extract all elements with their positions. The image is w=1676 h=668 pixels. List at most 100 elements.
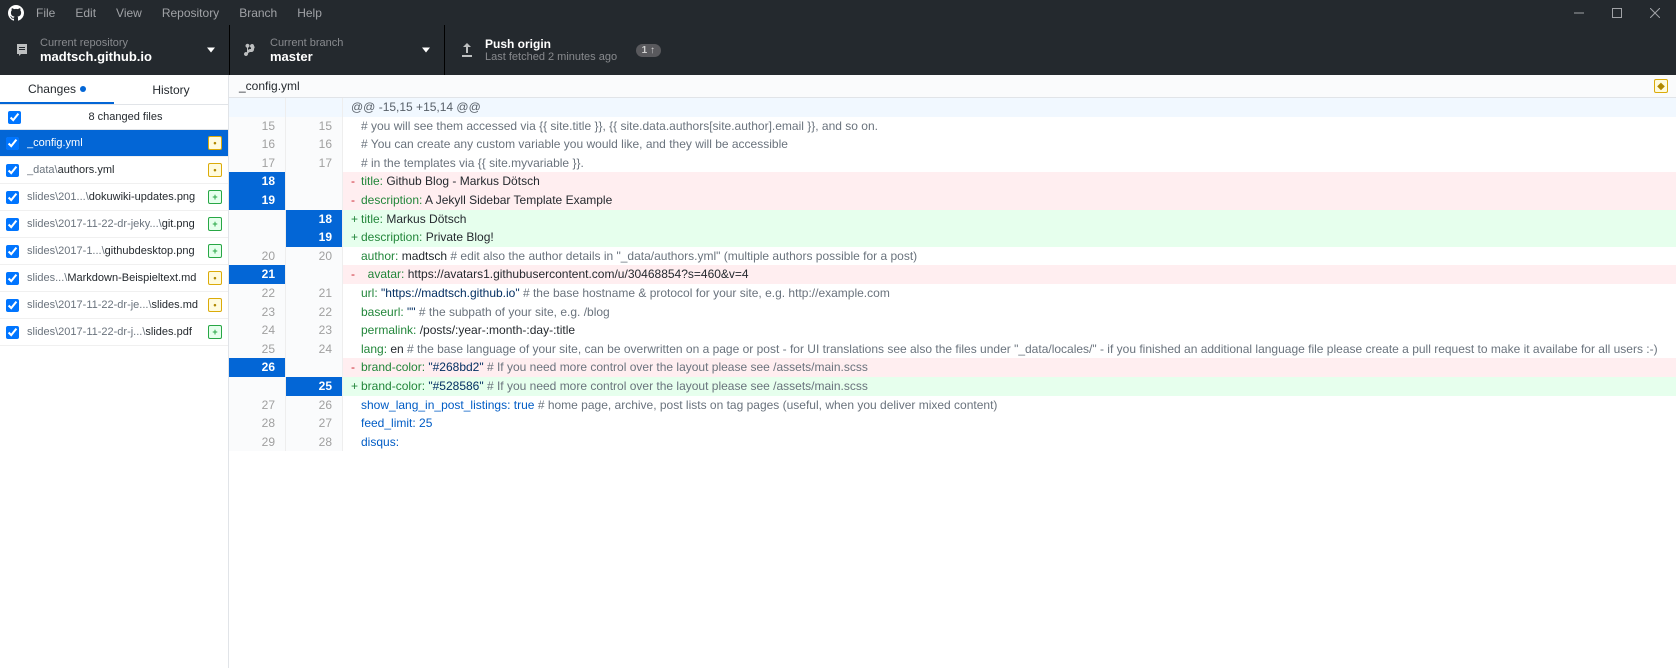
file-status-badge: •	[208, 136, 222, 150]
line-number-new	[286, 191, 343, 210]
line-number-old: 17	[229, 154, 286, 173]
diff-line: 2423 permalink: /posts/:year-:month-:day…	[229, 321, 1676, 340]
chevron-down-icon	[207, 48, 215, 53]
file-row[interactable]: _config.yml •	[0, 130, 228, 157]
repo-label: Current repository	[40, 37, 152, 49]
menu-branch[interactable]: Branch	[239, 6, 277, 20]
line-number-old: 27	[229, 396, 286, 415]
diff-code: disqus:	[343, 433, 1676, 452]
line-number-old	[229, 377, 286, 396]
line-number-new: 28	[286, 433, 343, 452]
diff-code: permalink: /posts/:year-:month-:day-:tit…	[343, 321, 1676, 340]
line-number-new: 18	[286, 210, 343, 229]
diff-code: author: madtsch # edit also the author d…	[343, 247, 1676, 266]
push-icon	[459, 42, 475, 58]
line-number-old: 15	[229, 117, 286, 136]
line-number-old: 26	[229, 358, 286, 377]
file-row[interactable]: slides...\Markdown-Beispieltext.md•	[0, 265, 228, 292]
menu-help[interactable]: Help	[297, 6, 322, 20]
file-status-badge: •	[208, 163, 222, 177]
changes-summary: 8 changed files	[0, 105, 228, 130]
menu-edit[interactable]: Edit	[75, 6, 96, 20]
file-row[interactable]: slides\2017-11-22-dr-j...\slides.pdf+	[0, 319, 228, 346]
branch-name: master	[270, 49, 343, 64]
line-number-old: 28	[229, 414, 286, 433]
diff-view[interactable]: @@ -15,15 +15,14 @@1515 # you will see t…	[229, 98, 1676, 668]
diff-line: 2020 author: madtsch # edit also the aut…	[229, 247, 1676, 266]
line-number-old: 19	[229, 191, 286, 210]
line-number-new: 23	[286, 321, 343, 340]
file-status-badge: •	[208, 271, 222, 285]
file-name: slides\2017-11-22-dr-je...\slides.md	[27, 299, 204, 311]
file-checkbox[interactable]	[6, 218, 19, 231]
file-row[interactable]: _data\authors.yml •	[0, 157, 228, 184]
line-number-new: 26	[286, 396, 343, 415]
tab-changes[interactable]: Changes	[0, 75, 114, 104]
push-origin-button[interactable]: Push origin Last fetched 2 minutes ago 1…	[445, 25, 675, 75]
file-name: _config.yml	[27, 137, 204, 149]
maximize-icon[interactable]	[1612, 8, 1622, 18]
file-name: slides\201...\dokuwiki-updates.png	[27, 191, 204, 203]
file-checkbox[interactable]	[6, 164, 19, 177]
file-name: _data\authors.yml	[27, 164, 204, 176]
file-status-badge: •	[208, 298, 222, 312]
diff-code: baseurl: "" # the subpath of your site, …	[343, 303, 1676, 322]
line-number-old: 22	[229, 284, 286, 303]
file-checkbox[interactable]	[6, 299, 19, 312]
diff-code: # you will see them accessed via {{ site…	[343, 117, 1676, 136]
file-row[interactable]: slides\2017-11-22-dr-jeky...\git.png+	[0, 211, 228, 238]
diff-line: 2524 lang: en # the base language of you…	[229, 340, 1676, 359]
menu-repository[interactable]: Repository	[162, 6, 219, 20]
diff-line: @@ -15,15 +15,14 @@	[229, 98, 1676, 117]
menu-view[interactable]: View	[116, 6, 142, 20]
minimize-icon[interactable]	[1574, 8, 1584, 18]
diff-code: -title: Github Blog - Markus Dötsch	[343, 172, 1676, 191]
file-header-name: _config.yml	[239, 79, 300, 93]
diff-settings-icon[interactable]: ◆	[1654, 79, 1668, 93]
file-checkbox[interactable]	[6, 272, 19, 285]
line-number-new: 24	[286, 340, 343, 359]
select-all-checkbox[interactable]	[8, 111, 21, 124]
diff-code: - avatar: https://avatars1.githubusercon…	[343, 265, 1676, 284]
line-number-new	[286, 172, 343, 191]
file-row[interactable]: slides\2017-1...\githubdesktop.png+	[0, 238, 228, 265]
sidebar: Changes History 8 changed files _config.…	[0, 75, 229, 668]
diff-panel: _config.yml ◆ @@ -15,15 +15,14 @@1515 # …	[229, 75, 1676, 668]
line-number-old	[229, 228, 286, 247]
diff-code: # in the templates via {{ site.myvariabl…	[343, 154, 1676, 173]
tab-history[interactable]: History	[114, 75, 228, 104]
diff-line: 1515 # you will see them accessed via {{…	[229, 117, 1676, 136]
diff-line: 1616 # You can create any custom variabl…	[229, 135, 1676, 154]
file-checkbox[interactable]	[6, 326, 19, 339]
line-number-new: 21	[286, 284, 343, 303]
branch-label: Current branch	[270, 37, 343, 49]
file-checkbox[interactable]	[6, 137, 19, 150]
line-number-old: 24	[229, 321, 286, 340]
repo-name: madtsch.github.io	[40, 49, 152, 64]
diff-line: 18+title: Markus Dötsch	[229, 210, 1676, 229]
diff-code: url: "https://madtsch.github.io" # the b…	[343, 284, 1676, 303]
push-badge: 1 ↑	[636, 44, 661, 57]
file-header: _config.yml ◆	[229, 75, 1676, 98]
line-number-new	[286, 265, 343, 284]
file-checkbox[interactable]	[6, 191, 19, 204]
toolbar: Current repository madtsch.github.io Cur…	[0, 25, 1676, 75]
diff-line: 26-brand-color: "#268bd2" # If you need …	[229, 358, 1676, 377]
github-icon	[8, 5, 24, 21]
diff-line: 2827 feed_limit: 25	[229, 414, 1676, 433]
line-number-new: 25	[286, 377, 343, 396]
line-number-new: 19	[286, 228, 343, 247]
file-row[interactable]: slides\201...\dokuwiki-updates.png+	[0, 184, 228, 211]
file-checkbox[interactable]	[6, 245, 19, 258]
diff-code: # You can create any custom variable you…	[343, 135, 1676, 154]
menu-file[interactable]: File	[36, 6, 55, 20]
diff-line: 2322 baseurl: "" # the subpath of your s…	[229, 303, 1676, 322]
line-number-new	[286, 358, 343, 377]
line-number-old: 23	[229, 303, 286, 322]
close-icon[interactable]	[1650, 8, 1660, 18]
diff-code: +brand-color: "#528586" # If you need mo…	[343, 377, 1676, 396]
branch-icon	[244, 42, 260, 58]
file-row[interactable]: slides\2017-11-22-dr-je...\slides.md •	[0, 292, 228, 319]
current-branch-selector[interactable]: Current branch master	[230, 25, 445, 75]
current-repository-selector[interactable]: Current repository madtsch.github.io	[0, 25, 230, 75]
